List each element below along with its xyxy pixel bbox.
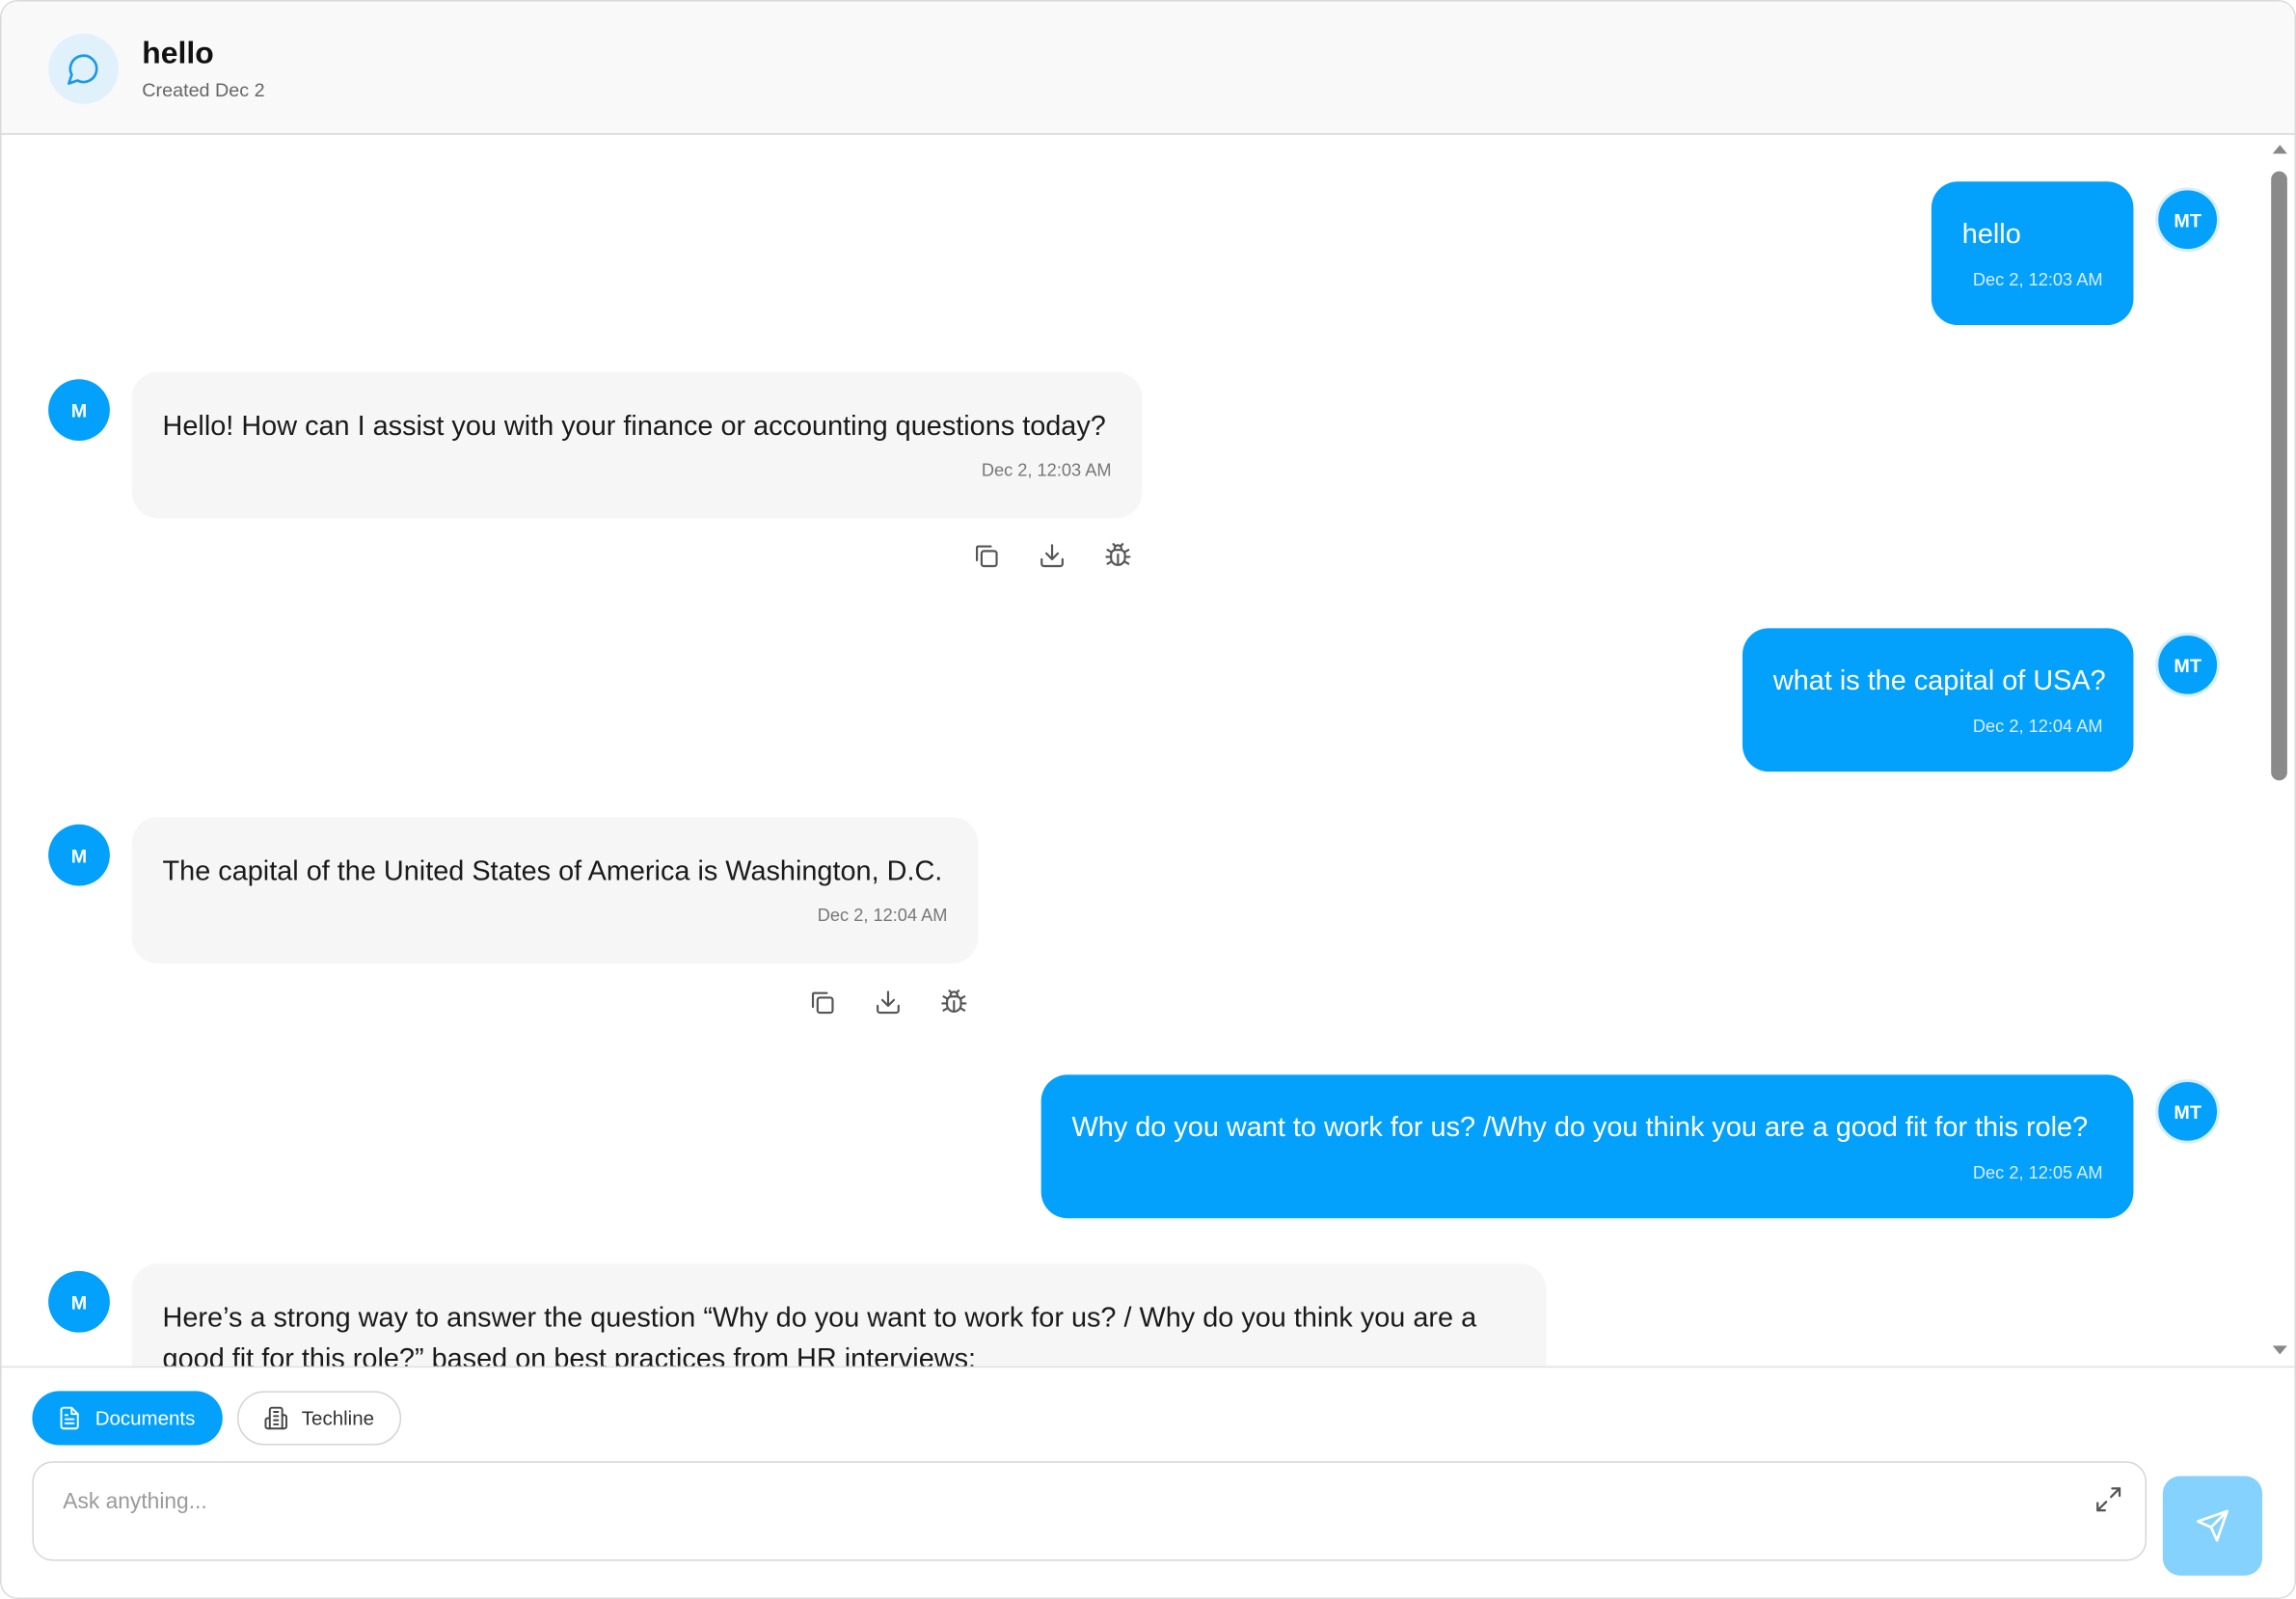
- message-text: Hello! How can I assist you with your fi…: [162, 411, 1106, 443]
- message-timestamp: Dec 2, 12:04 AM: [1972, 716, 2103, 737]
- message-text: hello: [1961, 219, 2021, 251]
- composer: Documents Techline: [1, 1366, 2295, 1598]
- bug-icon[interactable]: [938, 987, 967, 1016]
- user-message: Why do you want to work for us? /Why do …: [1040, 1074, 2134, 1219]
- message-text: Why do you want to work for us? /Why do …: [1071, 1112, 2089, 1144]
- messages-scrollbar[interactable]: [2268, 139, 2288, 1363]
- user-avatar: MT: [2155, 632, 2221, 697]
- message-actions: [807, 987, 968, 1016]
- chip-label: Techline: [301, 1407, 375, 1429]
- assistant-message: The capital of the United States of Amer…: [131, 817, 979, 964]
- assistant-message: Here’s a strong way to answer the questi…: [131, 1263, 1547, 1367]
- techline-chip[interactable]: Techline: [236, 1391, 402, 1446]
- document-icon: [57, 1406, 82, 1431]
- assistant-avatar: M: [48, 824, 110, 886]
- chat-title: hello: [142, 36, 214, 70]
- message-input-box: [32, 1461, 2147, 1561]
- message-list: hello Dec 2, 12:03 AM MT M Hello! How ca…: [2, 136, 2269, 1367]
- documents-chip[interactable]: Documents: [32, 1391, 223, 1446]
- message-timestamp: Dec 2, 12:03 AM: [1972, 269, 2103, 290]
- chat-created-date: Created Dec 2: [142, 78, 265, 101]
- chat-window: hello Created Dec 2 hello Dec 2, 12:03 A…: [0, 0, 2296, 1599]
- message-timestamp: Dec 2, 12:03 AM: [981, 459, 1112, 481]
- message-timestamp: Dec 2, 12:05 AM: [1972, 1162, 2103, 1183]
- send-button[interactable]: [2162, 1476, 2263, 1576]
- message-text: Here’s a strong way to answer the questi…: [162, 1303, 1477, 1367]
- bug-icon[interactable]: [1102, 540, 1131, 569]
- chip-label: Documents: [95, 1407, 196, 1429]
- assistant-avatar: M: [48, 379, 110, 442]
- assistant-avatar: M: [48, 1270, 110, 1333]
- chat-header: hello Created Dec 2: [1, 1, 2295, 135]
- user-message: what is the capital of USA? Dec 2, 12:04…: [1742, 628, 2134, 772]
- message-timestamp: Dec 2, 12:04 AM: [817, 905, 948, 926]
- download-icon[interactable]: [873, 987, 902, 1016]
- download-icon[interactable]: [1037, 540, 1066, 569]
- user-avatar: MT: [2155, 1078, 2221, 1144]
- building-icon: [263, 1406, 288, 1431]
- message-input[interactable]: [63, 1483, 2055, 1519]
- assistant-message: Hello! How can I assist you with your fi…: [131, 371, 1143, 519]
- scrollbar-thumb[interactable]: [2271, 171, 2287, 781]
- expand-icon[interactable]: [2093, 1483, 2124, 1515]
- chat-bubble-icon: [48, 33, 119, 104]
- scroll-down-arrow-icon[interactable]: [2272, 1345, 2287, 1355]
- user-message: hello Dec 2, 12:03 AM: [1931, 181, 2134, 326]
- copy-icon[interactable]: [807, 987, 836, 1016]
- scroll-up-arrow-icon[interactable]: [2272, 145, 2287, 154]
- message-text: what is the capital of USA?: [1772, 665, 2106, 697]
- message-actions: [971, 540, 1132, 569]
- copy-icon[interactable]: [971, 540, 1000, 569]
- send-icon: [2195, 1508, 2229, 1543]
- user-avatar: MT: [2155, 187, 2221, 253]
- message-text: The capital of the United States of Amer…: [162, 856, 943, 888]
